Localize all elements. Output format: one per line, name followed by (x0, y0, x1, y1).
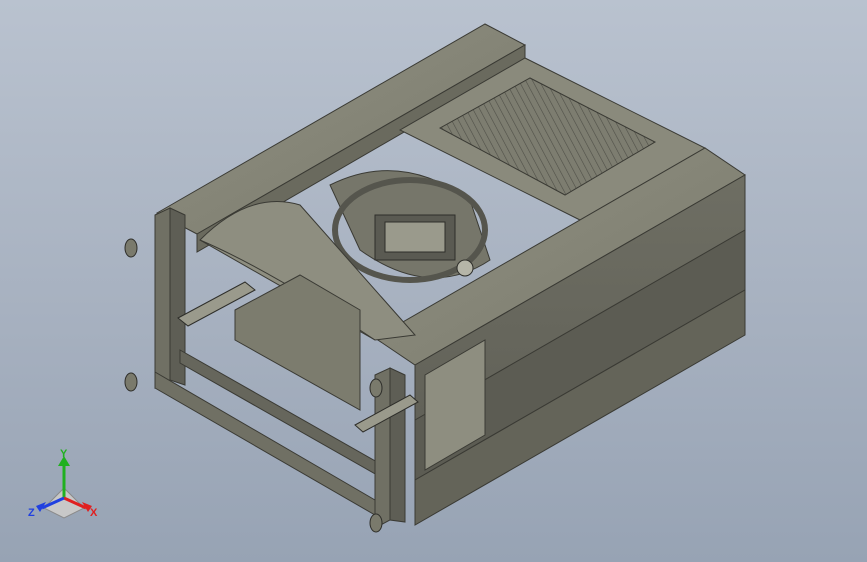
x-axis-label: X (90, 507, 98, 519)
orientation-triad[interactable]: Y X Z (22, 446, 112, 526)
y-axis-label: Y (60, 448, 68, 460)
rotary-mechanism (329, 170, 491, 283)
cad-viewport[interactable]: Y X Z (0, 0, 867, 562)
z-axis-label: Z (28, 507, 35, 519)
machine-3d-model[interactable] (0, 0, 867, 562)
